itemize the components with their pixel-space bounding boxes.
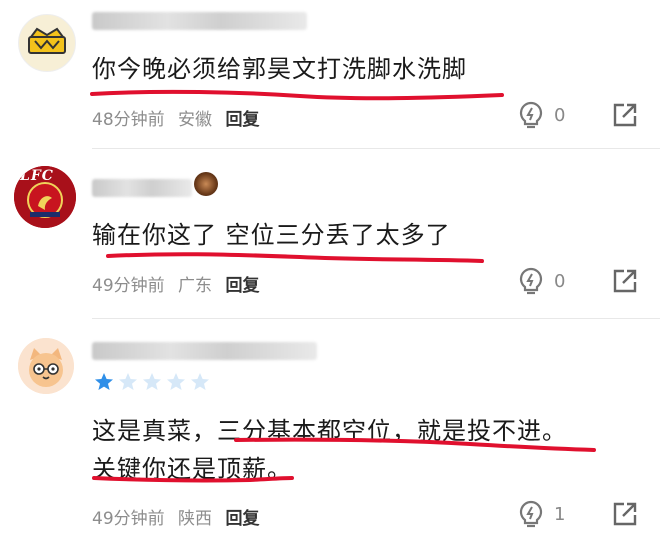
comment-text-line-1: 这是真菜，三分基本都空位，就是投不进。: [92, 417, 567, 445]
like-button[interactable]: 0: [518, 267, 565, 295]
avatar-badge-text: LFC: [20, 168, 54, 184]
share-button[interactable]: [612, 102, 638, 132]
user-badge: [194, 172, 218, 196]
divider: [92, 318, 660, 319]
comment-meta: 48分钟前 安徽 回复: [92, 105, 267, 130]
location: 广东: [178, 276, 213, 296]
timestamp: 49分钟前: [92, 276, 165, 296]
like-button[interactable]: 0: [518, 101, 565, 129]
like-count: 0: [554, 104, 566, 126]
comment-3: 这是真菜，三分基本都空位，就是投不进。 关键你还是顶薪。 49分钟前 陕西 回复…: [0, 320, 660, 546]
username-blurred[interactable]: [92, 179, 192, 197]
share-arrow-icon: [613, 269, 637, 293]
like-count: 0: [554, 270, 566, 292]
timestamp: 49分钟前: [92, 509, 165, 529]
reply-button[interactable]: 回复: [225, 110, 259, 130]
avatar[interactable]: [18, 14, 76, 72]
lightbulb-like-icon: [519, 101, 543, 129]
comment-text-line-2: 关键你还是顶薪。: [92, 455, 292, 483]
share-button[interactable]: [612, 501, 638, 531]
avatar[interactable]: [18, 338, 74, 394]
share-arrow-icon: [613, 103, 637, 127]
divider: [92, 148, 660, 149]
username-blurred[interactable]: [92, 342, 317, 360]
location: 陕西: [178, 509, 213, 529]
comment-meta: 49分钟前 陕西 回复: [92, 504, 267, 529]
comment-2: LFC 输在你这了 空位三分丢了太多了 49分钟前 广东 回复 0: [0, 150, 660, 320]
star-empty-icon: [143, 373, 161, 390]
comment-text: 输在你这了 空位三分丢了太多了: [92, 221, 451, 249]
timestamp: 48分钟前: [92, 110, 165, 130]
star-filled-icon: [95, 373, 113, 390]
star-empty-icon: [119, 373, 137, 390]
share-button[interactable]: [612, 268, 638, 298]
lightbulb-like-icon: [519, 267, 543, 295]
lightbulb-like-icon: [519, 500, 543, 528]
star-rating: [94, 372, 210, 392]
star-empty-icon: [167, 373, 185, 390]
comment-meta: 49分钟前 广东 回复: [92, 271, 267, 296]
crown-box-icon: [28, 27, 66, 54]
username-blurred[interactable]: [92, 12, 307, 30]
share-arrow-icon: [613, 502, 637, 526]
avatar[interactable]: LFC: [14, 166, 76, 228]
comment-text: 你今晚必须给郭昊文打洗脚水洗脚: [92, 55, 467, 83]
reply-button[interactable]: 回复: [225, 509, 259, 529]
reply-button[interactable]: 回复: [225, 276, 259, 296]
like-button[interactable]: 1: [518, 500, 565, 528]
like-count: 1: [554, 503, 566, 525]
star-empty-icon: [191, 373, 209, 390]
comment-1: 你今晚必须给郭昊文打洗脚水洗脚 48分钟前 安徽 回复 0: [0, 0, 660, 150]
location: 安徽: [178, 110, 213, 130]
cat-face-icon: [18, 338, 74, 394]
